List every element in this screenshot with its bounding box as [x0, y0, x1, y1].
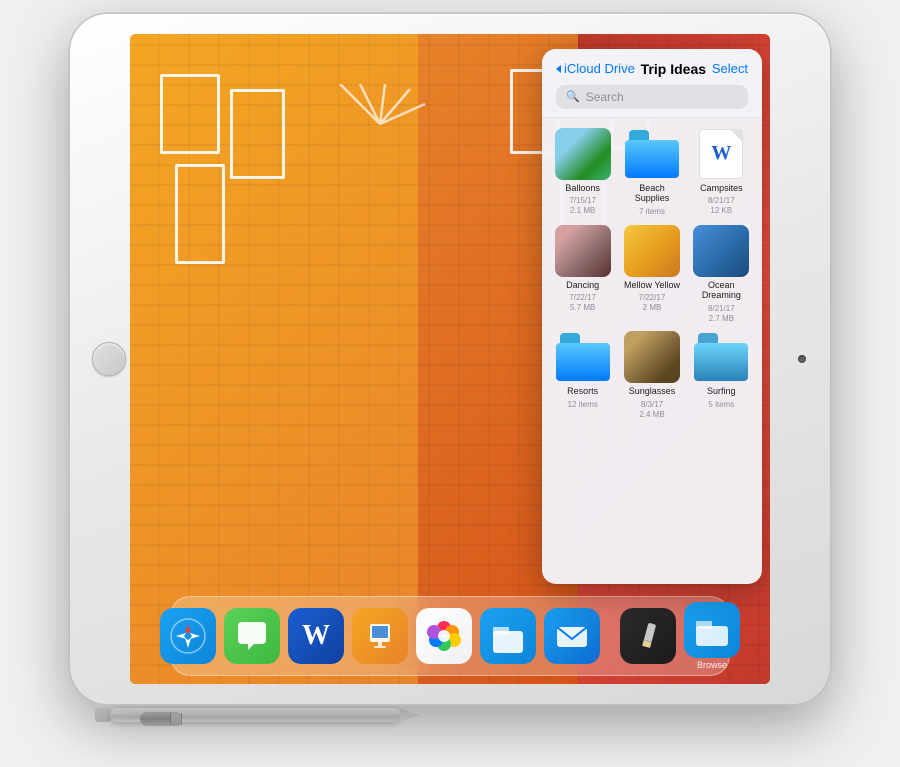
file-meta-sunglasses: 8/3/17 2.4 MB: [639, 400, 664, 419]
file-meta-beach: 7 items: [639, 207, 665, 217]
file-item-dancing[interactable]: Dancing 7/22/17 5.7 MB: [552, 225, 613, 324]
sunglasses-thumbnail: [624, 331, 680, 383]
file-item-resorts[interactable]: Resorts 12 items: [552, 331, 613, 419]
dock-icon-messages[interactable]: [224, 608, 280, 664]
pencil-metal-band: [170, 713, 182, 725]
dock-icon-pencilkit[interactable]: [620, 608, 676, 664]
word-w-letter: W: [711, 142, 731, 165]
pencil-body: [110, 708, 400, 722]
app-dock: W: [170, 596, 730, 676]
search-placeholder-text: Search: [586, 90, 624, 104]
file-thumb-sunglasses: [624, 331, 680, 383]
folder-resorts: [556, 333, 610, 381]
file-thumb-mellow: [624, 225, 680, 277]
dock-icon-safari[interactable]: [160, 608, 216, 664]
panel-header: iCloud Drive Trip Ideas Select 🔍 Search: [542, 49, 762, 118]
file-item-balloons[interactable]: Balloons 7/15/17 2.1 MB: [552, 128, 613, 217]
folder-surfing: [694, 333, 748, 381]
search-icon: 🔍: [566, 90, 580, 103]
dock-icon-files[interactable]: [480, 608, 536, 664]
folder-beach: [625, 130, 679, 178]
main-scene: W: [20, 14, 880, 754]
file-name-mellow: Mellow Yellow: [624, 280, 680, 291]
file-name-resorts: Resorts: [567, 386, 598, 397]
pencil-eraser: [95, 708, 111, 722]
file-item-sunglasses[interactable]: Sunglasses 8/3/17 2.4 MB: [621, 331, 682, 419]
ipad-screen: W: [130, 34, 770, 684]
file-name-beach: Beach Supplies: [621, 183, 682, 205]
dock-icon-photos[interactable]: [416, 608, 472, 664]
graffiti-rect-3: [230, 89, 285, 179]
apple-pencil: [80, 704, 420, 726]
file-item-campsites[interactable]: W Campsites 8/21/17 12 KB: [691, 128, 752, 217]
file-meta-ocean: 8/21/17 2.7 MB: [708, 304, 735, 323]
ipad-frame: W: [70, 14, 830, 704]
file-thumb-ocean: [693, 225, 749, 277]
front-camera: [798, 355, 806, 363]
dock-icon-browse[interactable]: [684, 602, 740, 658]
graffiti-rect-2: [175, 164, 225, 264]
file-name-balloons: Balloons: [565, 183, 600, 194]
file-meta-balloons: 7/15/17 2.1 MB: [569, 196, 596, 215]
file-thumb-beach: [624, 128, 680, 180]
file-meta-mellow: 7/22/17 2 MB: [639, 293, 666, 312]
file-name-sunglasses: Sunglasses: [629, 386, 676, 397]
dock-icon-mail[interactable]: [544, 608, 600, 664]
pencil-tip: [400, 708, 420, 722]
panel-nav: iCloud Drive Trip Ideas Select: [556, 61, 748, 77]
file-thumb-campsites: W: [693, 128, 749, 180]
home-button[interactable]: [92, 342, 126, 376]
mellow-thumbnail: [624, 225, 680, 277]
dock-icon-keynote[interactable]: [352, 608, 408, 664]
file-meta-resorts: 12 items: [568, 400, 598, 410]
dancing-thumbnail: [555, 225, 611, 277]
balloons-thumbnail: [555, 128, 611, 180]
file-name-ocean: Ocean Dreaming: [691, 280, 752, 302]
file-thumb-surfing: [693, 331, 749, 383]
file-item-mellow-yellow[interactable]: Mellow Yellow 7/22/17 2 MB: [621, 225, 682, 324]
file-name-campsites: Campsites: [700, 183, 743, 194]
file-meta-dancing: 7/22/17 5.7 MB: [569, 293, 596, 312]
chevron-left-icon: [556, 65, 561, 73]
sunburst-lines: [330, 84, 430, 164]
file-thumb-resorts: [555, 331, 611, 383]
graffiti-rect-1: [160, 74, 220, 154]
back-button[interactable]: iCloud Drive: [556, 61, 635, 76]
file-item-ocean[interactable]: Ocean Dreaming 8/21/17 2.7 MB: [691, 225, 752, 324]
file-item-beach-supplies[interactable]: Beach Supplies 7 items: [621, 128, 682, 217]
dock-icon-word[interactable]: W: [288, 608, 344, 664]
search-bar[interactable]: 🔍 Search: [556, 85, 748, 109]
browse-label: Browse: [697, 660, 727, 670]
word-doc-icon: W: [699, 129, 743, 179]
file-grid: Balloons 7/15/17 2.1 MB: [542, 118, 762, 430]
ocean-thumbnail: [693, 225, 749, 277]
file-name-dancing: Dancing: [566, 280, 599, 291]
panel-folder-title: Trip Ideas: [635, 61, 712, 77]
file-meta-surfing: 5 items: [708, 400, 734, 410]
file-name-surfing: Surfing: [707, 386, 736, 397]
file-item-surfing[interactable]: Surfing 5 items: [691, 331, 752, 419]
icloud-panel: iCloud Drive Trip Ideas Select 🔍 Search: [542, 49, 762, 584]
select-button[interactable]: Select: [712, 61, 748, 76]
file-thumb-dancing: [555, 225, 611, 277]
file-meta-campsites: 8/21/17 12 KB: [708, 196, 735, 215]
file-thumb-balloons: [555, 128, 611, 180]
back-label: iCloud Drive: [564, 61, 635, 76]
dock-icon-browse-wrapper: Browse: [684, 602, 740, 670]
